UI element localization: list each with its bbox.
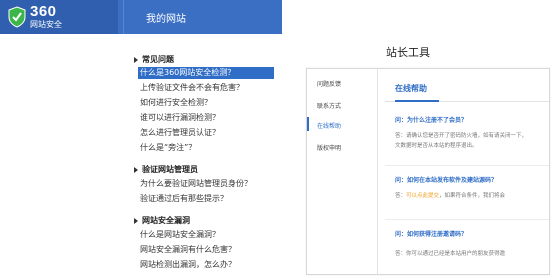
section-title: 网站安全漏洞 <box>142 216 190 225</box>
nav-divider <box>123 0 124 34</box>
answer-prefix: 答： <box>395 193 407 199</box>
answer-register-cont: 文数据时是否从本站的程序退出。 <box>395 143 478 149</box>
sidebar-item-feedback[interactable]: 问题反馈 <box>317 79 341 88</box>
submit-link[interactable]: 可以点此提交 <box>406 193 439 199</box>
triangle-right-icon <box>134 217 138 224</box>
triangle-right-icon <box>134 166 138 173</box>
triangle-right-icon <box>134 56 138 63</box>
nav-my-sites[interactable]: 我的网站 <box>146 10 186 25</box>
online-help-window: 问题反馈 联系方式 在线帮助 版权申明 在线帮助 问：为什么注册不了会员？ 答：… <box>306 68 550 275</box>
section-faq[interactable]: 常见问题 <box>134 54 174 65</box>
answer-register: 答：请确认您是否开了密码防火墙，如有请关闭一下， <box>395 133 528 139</box>
answer-publish-software: 答：可以点此提交，如果符合条件，我们将会 <box>395 191 505 199</box>
shield-logo-icon <box>8 6 26 28</box>
answer-invite-code: 答：你可以通过已经是本站用户的朋友获得邀 <box>395 251 506 257</box>
section-title: 验证网站管理员 <box>142 165 198 174</box>
faq-item-admin-auth[interactable]: 怎么进行管理员认证？ <box>140 127 220 139</box>
question-invite-code[interactable]: 问：如何获得注册邀请码？ <box>395 229 467 238</box>
sidebar-item-online-help[interactable]: 在线帮助 <box>317 121 341 130</box>
vuln-item-what-to-do[interactable]: 网站检测出漏洞，怎么办？ <box>140 259 236 271</box>
qa-divider <box>385 165 549 166</box>
question-publish-software[interactable]: 问：如何在本站发布软件及建站源码？ <box>395 175 497 184</box>
help-content: 在线帮助 问：为什么注册不了会员？ 答：请确认您是否开了密码防火墙，如有请关闭一… <box>385 69 549 274</box>
faq-item-who-can-scan[interactable]: 谁可以进行漏洞检测？ <box>140 112 220 124</box>
sidebar-item-contact[interactable]: 联系方式 <box>317 101 341 110</box>
verify-item-why[interactable]: 为什么要验证网站管理员身份？ <box>140 178 252 190</box>
help-title: 在线帮助 <box>395 84 427 93</box>
top-navigation-bar: 360 网站安全 我的网站 <box>0 0 282 34</box>
title-underline <box>395 100 439 102</box>
sidebar-item-copyright[interactable]: 版权申明 <box>317 143 341 152</box>
webmaster-tools-caption: 站长工具 <box>386 46 430 59</box>
qa-divider <box>385 219 549 220</box>
answer-suffix: ，如果符合条件，我们将会 <box>439 193 506 199</box>
logo[interactable]: 360 网站安全 <box>0 0 118 34</box>
active-indicator <box>307 117 309 131</box>
faq-item-what-is-detection[interactable]: 什么是360网站安全检测？ <box>138 67 274 79</box>
verify-item-hints[interactable]: 验证通过后有那些提示？ <box>140 193 228 205</box>
logo-brand-text: 360 <box>30 3 57 20</box>
help-sidebar: 问题反馈 联系方式 在线帮助 版权申明 <box>307 69 378 274</box>
vuln-item-what-is[interactable]: 什么是网站安全漏洞？ <box>140 229 220 241</box>
help-center-panel: 360 网站安全 我的网站 常见问题 什么是360网站安全检测？ 上传验证文件会… <box>0 0 282 277</box>
section-verify-admin[interactable]: 验证网站管理员 <box>134 164 198 175</box>
section-title: 常见问题 <box>142 55 174 64</box>
logo-subtitle: 网站安全 <box>30 20 62 29</box>
faq-item-how-to-detect[interactable]: 如何进行安全检测？ <box>140 97 212 109</box>
section-vulnerabilities[interactable]: 网站安全漏洞 <box>134 215 190 226</box>
faq-item-side-injection[interactable]: 什么是“旁注”？ <box>140 142 196 154</box>
question-register[interactable]: 问：为什么注册不了会员？ <box>395 115 467 124</box>
vuln-item-harm[interactable]: 网站安全漏洞有什么危害？ <box>140 244 236 256</box>
faq-item-upload-verify-file[interactable]: 上传验证文件会不会有危害？ <box>140 82 244 94</box>
